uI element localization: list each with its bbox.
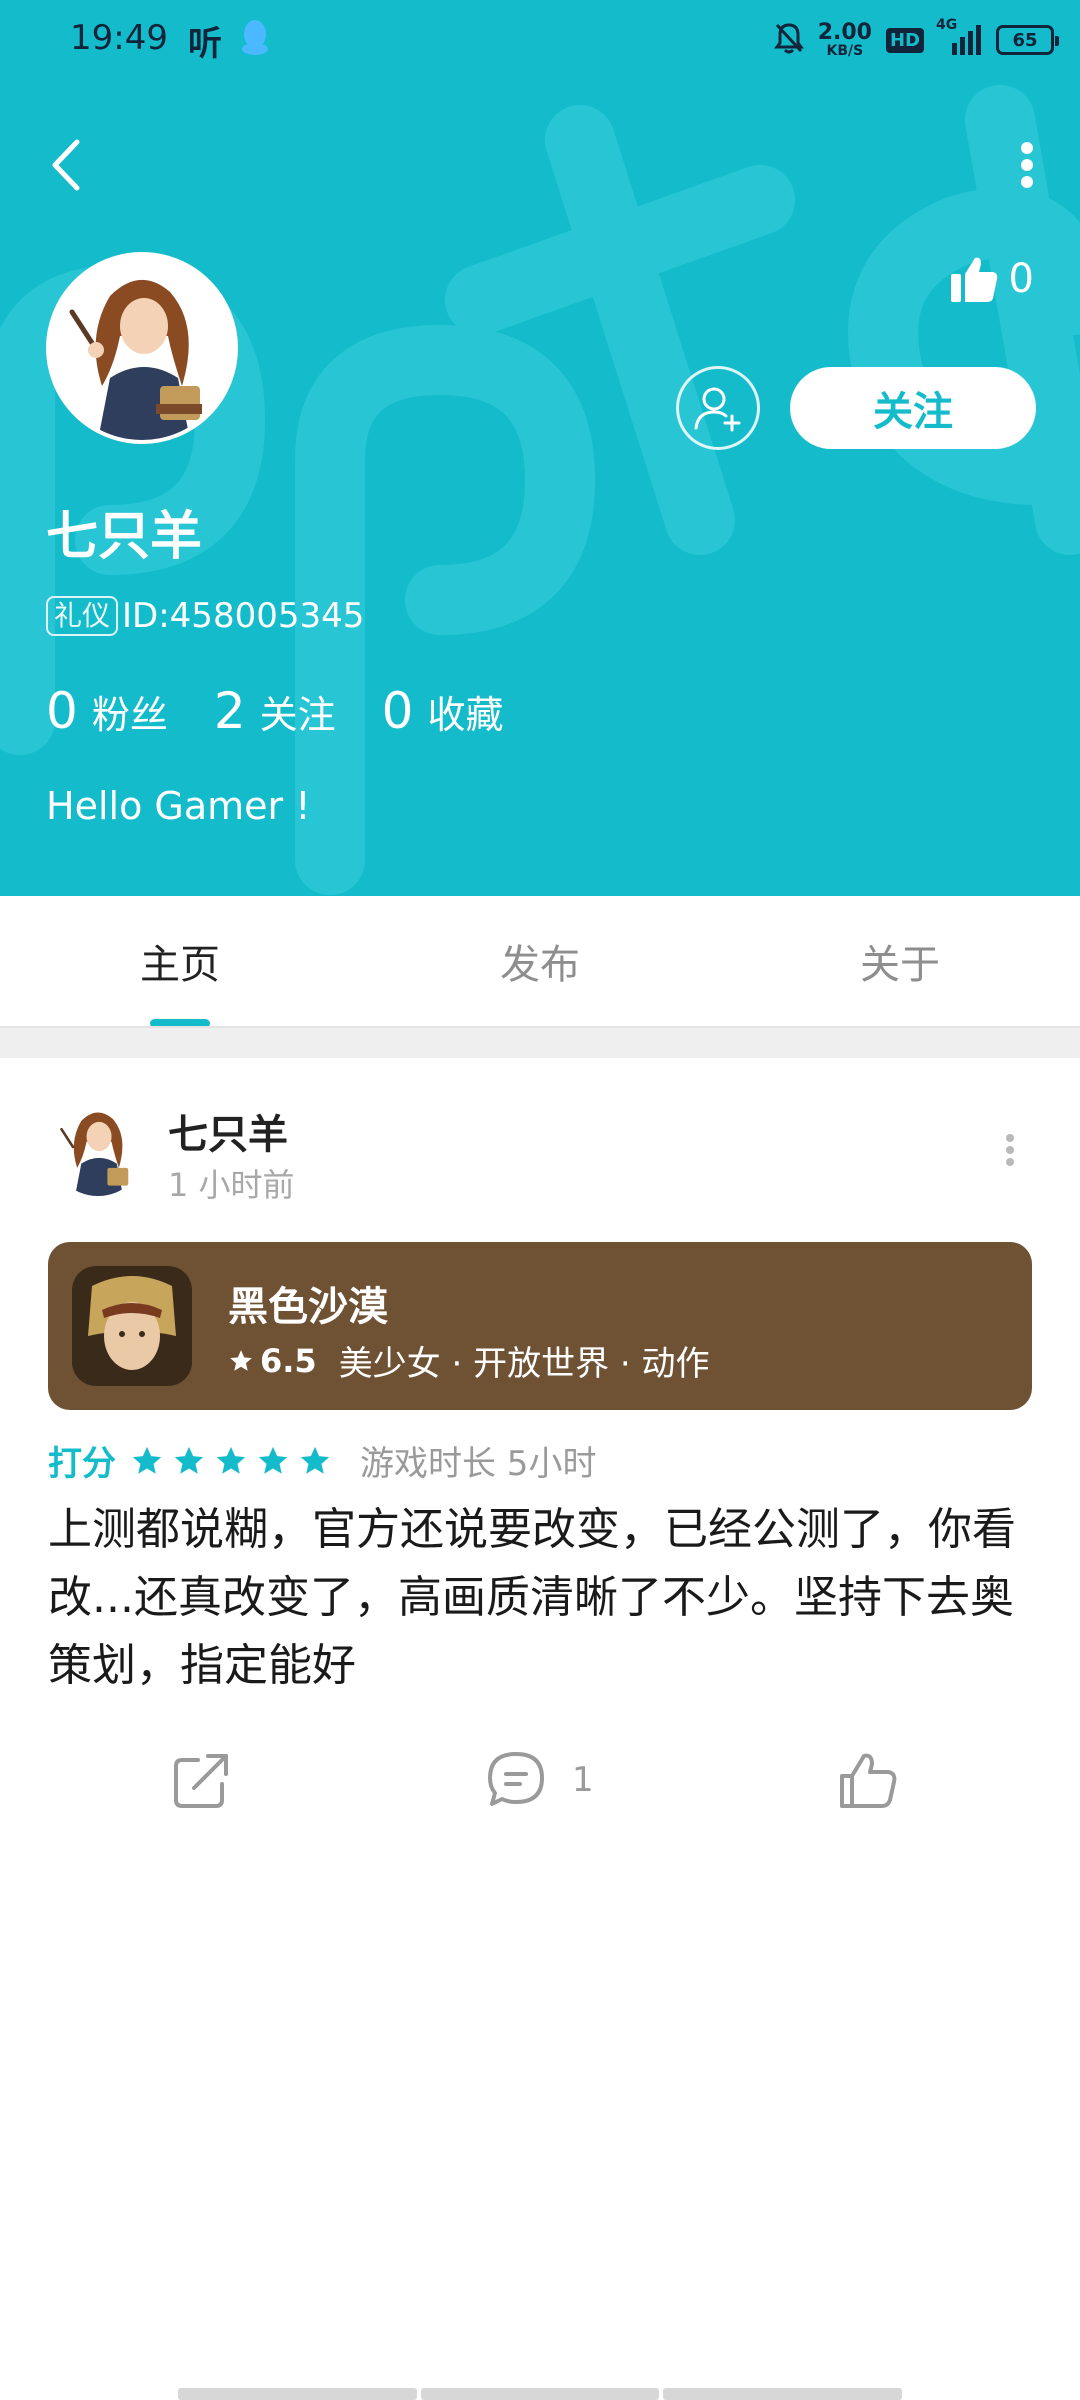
more-vertical-icon	[1006, 1134, 1014, 1166]
like-icon	[840, 1753, 897, 1808]
add-friend-icon	[694, 387, 741, 432]
battery-icon: 65	[996, 25, 1059, 55]
star-icon	[300, 1446, 330, 1474]
status-icons: 2.00 KB/S HD 4G 65	[773, 17, 1059, 62]
game-name: 黑色沙漠	[228, 1284, 388, 1330]
profile-tabs: 主页 发布 关于	[0, 896, 1080, 1026]
rating-stars	[130, 1444, 332, 1478]
profile-stats: 0 粉丝 2 关注 0 收藏	[46, 682, 549, 740]
more-button[interactable]	[1000, 130, 1054, 200]
profile-likes[interactable]: 0	[949, 254, 1034, 304]
game-icon	[72, 1266, 192, 1386]
post-actions: 1	[0, 1740, 1080, 1820]
star-icon	[230, 1349, 252, 1371]
score-row: 打分 游戏时长 5小时	[48, 1436, 596, 1485]
more-vertical-icon	[1021, 142, 1033, 188]
comment-icon	[488, 1752, 544, 1806]
share-button[interactable]	[170, 1740, 234, 1820]
star-icon	[132, 1446, 162, 1474]
back-icon	[52, 139, 80, 191]
listen-app-icon: 听	[188, 24, 222, 64]
etiquette-badge[interactable]: 礼仪	[46, 596, 119, 636]
mute-bell-icon	[773, 21, 804, 59]
likes-count: 0	[1008, 256, 1034, 302]
stat-favorites[interactable]: 0 收藏	[382, 682, 504, 740]
thumb-up-icon	[950, 257, 997, 302]
avatar-illustration	[50, 1100, 146, 1196]
score-label: 打分	[48, 1444, 116, 1484]
follow-button[interactable]: 关注	[790, 367, 1036, 449]
post-author-avatar[interactable]	[50, 1100, 146, 1196]
share-icon	[174, 1754, 228, 1808]
network-speed: 2.00 KB/S	[817, 20, 872, 59]
profile-name: 七只羊	[46, 507, 203, 567]
tab-posts[interactable]: 发布	[360, 896, 720, 1026]
home-indicator	[178, 2388, 903, 2400]
status-bar: 19:49 听 2.00 KB/S HD 4G 65	[0, 0, 1080, 80]
playtime: 游戏时长 5小时	[360, 1444, 597, 1484]
stat-following[interactable]: 2 关注	[214, 682, 336, 740]
signal-icon: 4G	[936, 17, 982, 57]
post-time: 1 小时前	[168, 1166, 295, 1204]
game-card[interactable]: 黑色沙漠 6.5 美少女 · 开放世界 · 动作	[48, 1242, 1032, 1410]
profile-avatar[interactable]	[46, 252, 238, 444]
profile-id: ID:458005345	[122, 596, 365, 636]
comment-count: 1	[572, 1760, 594, 1800]
profile-bio: Hello Gamer !	[46, 784, 311, 828]
review-text[interactable]: 上测都说糊，官方还说要改变，已经公测了，你看改...还真改变了，高画质清晰了不少…	[48, 1496, 1038, 1700]
profile-id-row: 礼仪 ID:458005345	[46, 596, 364, 636]
star-icon	[216, 1446, 246, 1474]
avatar-illustration	[50, 256, 234, 440]
hd-icon: HD	[885, 27, 924, 53]
profile-page: 19:49 听 2.00 KB/S HD 4G 65 0 关注 七只羊 礼仪 I…	[0, 0, 1080, 2400]
post-author-name[interactable]: 七只羊	[168, 1102, 288, 1160]
game-rating: 6.5	[260, 1341, 317, 1380]
star-icon	[258, 1446, 288, 1474]
tab-home[interactable]: 主页	[0, 896, 360, 1026]
comment-button[interactable]: 1	[484, 1740, 594, 1820]
like-button[interactable]	[836, 1740, 900, 1820]
game-tags: 美少女 · 开放世界 · 动作	[338, 1344, 710, 1384]
add-friend-button[interactable]	[676, 366, 760, 450]
status-time: 19:49	[70, 18, 168, 58]
stat-fans[interactable]: 0 粉丝	[46, 682, 168, 740]
section-divider	[0, 1026, 1080, 1058]
tab-about[interactable]: 关于	[720, 896, 1080, 1026]
star-icon	[174, 1446, 204, 1474]
post-more-button[interactable]	[990, 1120, 1030, 1180]
qq-icon	[240, 18, 270, 62]
game-meta: 6.5 美少女 · 开放世界 · 动作	[228, 1336, 710, 1385]
profile-header: 19:49 听 2.00 KB/S HD 4G 65 0 关注 七只羊 礼仪 I…	[0, 0, 1080, 896]
back-button[interactable]	[36, 130, 96, 200]
